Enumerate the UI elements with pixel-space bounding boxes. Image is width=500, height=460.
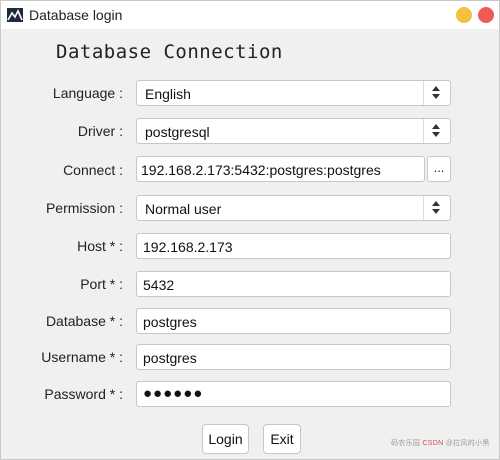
watermark-text-a: 码农乐园 [391,440,421,447]
password-label: Password * : [44,386,123,402]
connect-label: Connect : [63,162,123,178]
driver-select[interactable]: postgresql [136,118,451,144]
watermark-text-b: CSDN [422,440,444,447]
mountain-chart-icon [7,8,23,22]
port-label: Port * : [80,276,123,292]
permission-value: Normal user [145,201,222,217]
up-down-arrows-icon[interactable] [423,81,450,105]
login-button[interactable]: Login [202,424,249,454]
host-input[interactable]: 192.168.2.173 [136,233,451,259]
up-down-arrows-icon[interactable] [423,196,450,220]
up-down-arrows-icon[interactable] [423,119,450,143]
permission-select[interactable]: Normal user [136,195,451,221]
close-button[interactable] [478,7,494,23]
language-value: English [145,86,191,102]
driver-label: Driver : [77,123,123,139]
password-input[interactable]: ●●●●●● [136,381,451,407]
watermark-text-c: @拉风的小黑 [445,440,490,447]
title-bar[interactable]: Database login [1,1,499,29]
browse-connect-button[interactable]: ... [427,156,451,182]
exit-button[interactable]: Exit [263,424,301,454]
permission-label: Permission : [45,200,123,216]
database-label: Database * : [45,313,123,329]
host-label: Host * : [77,238,123,254]
username-label: Username * : [41,349,123,365]
window-title: Database login [29,7,123,23]
database-input[interactable]: postgres [136,308,451,334]
connect-input[interactable]: 192.168.2.173:5432:postgres:postgres [136,156,425,182]
language-label: Language : [52,85,123,101]
watermark: 码农乐园 CSDN @拉风的小黑 [391,438,490,448]
port-input[interactable]: 5432 [136,271,451,297]
language-select[interactable]: English [136,80,451,106]
login-window: Database login Database Connection Langu… [0,0,500,460]
driver-value: postgresql [145,124,210,140]
username-input[interactable]: postgres [136,344,451,370]
minimize-button[interactable] [456,7,472,23]
page-title: Database Connection [56,41,283,63]
